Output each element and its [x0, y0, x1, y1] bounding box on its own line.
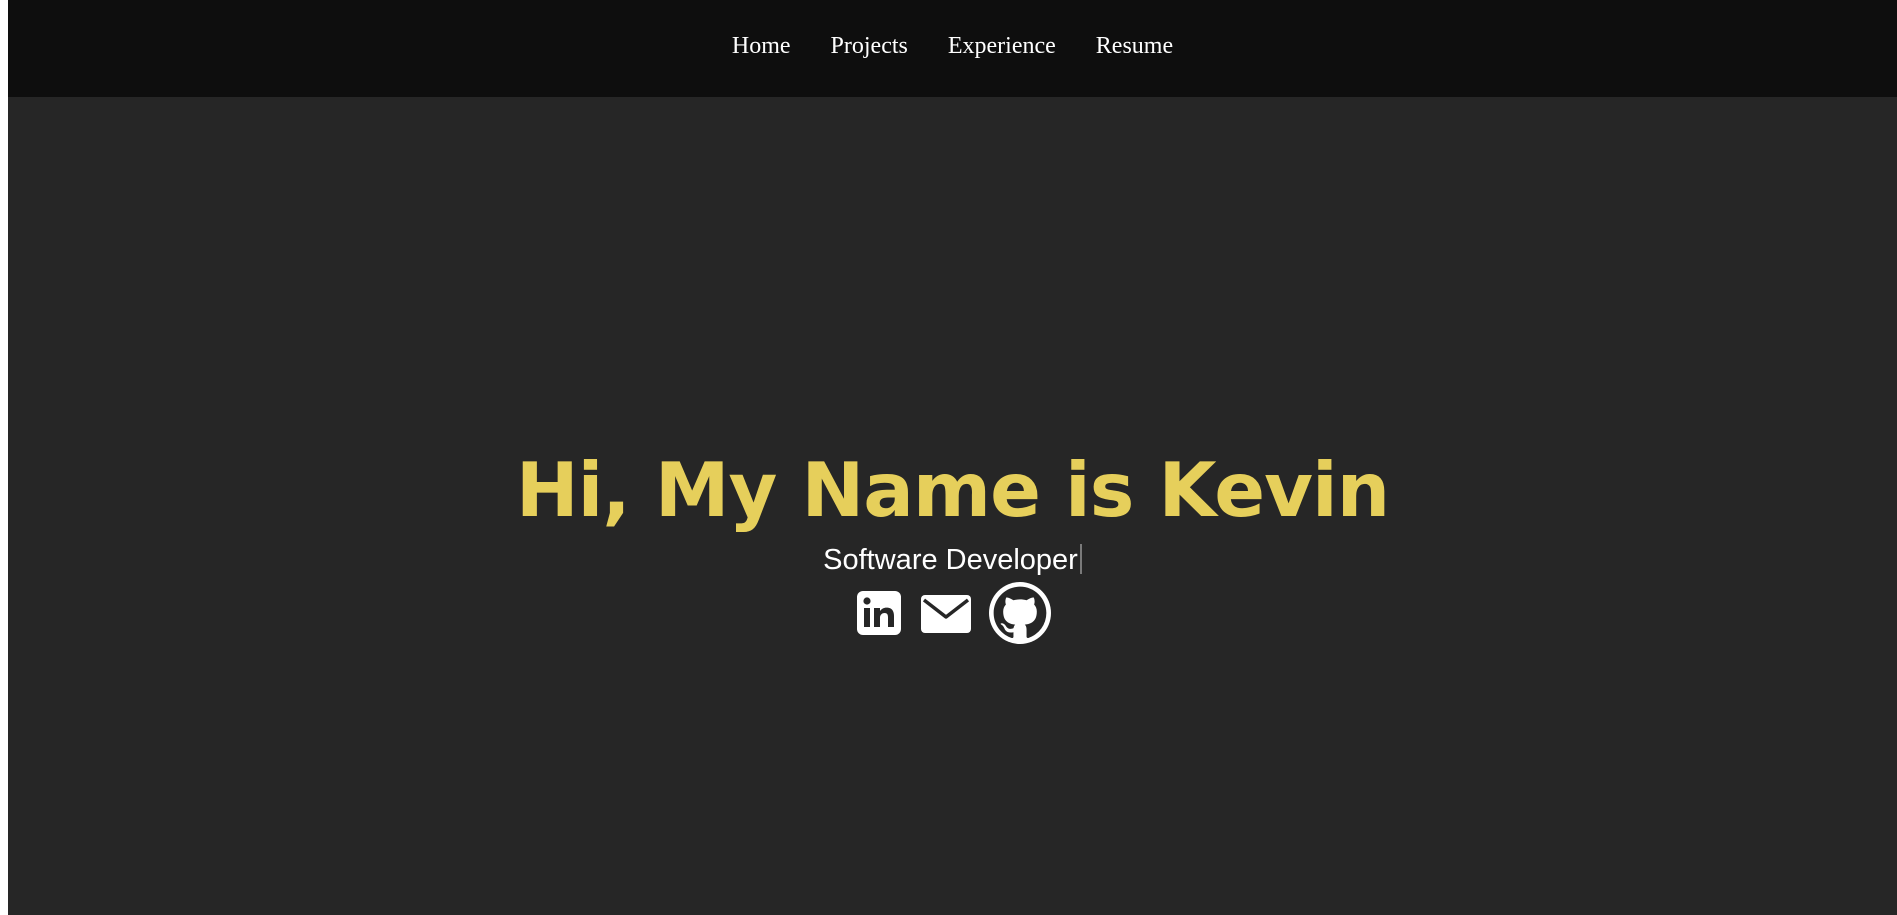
github-link[interactable] — [988, 582, 1051, 644]
navbar: Home Projects Experience Resume — [8, 0, 1897, 97]
page: Home Projects Experience Resume Hi, My N… — [8, 0, 1897, 915]
email-icon — [920, 595, 971, 633]
linkedin-link[interactable] — [855, 589, 903, 637]
email-link[interactable] — [919, 589, 973, 637]
typing-cursor — [1079, 544, 1082, 574]
hero-subtitle: Software Developer — [823, 544, 1078, 576]
hero-subtitle-line: Software Developer — [8, 542, 1897, 578]
linkedin-icon — [856, 591, 901, 635]
github-icon — [988, 582, 1051, 644]
hero-title: Hi, My Name is Kevin — [515, 446, 1390, 534]
nav-resume-link[interactable]: Resume — [1096, 30, 1173, 62]
social-links — [8, 582, 1897, 644]
hero-section: Hi, My Name is Kevin Software Developer — [8, 440, 1897, 644]
nav-links: Home Projects Experience Resume — [8, 30, 1897, 62]
nav-home-link[interactable]: Home — [732, 30, 791, 62]
nav-projects-link[interactable]: Projects — [831, 30, 908, 62]
nav-experience-link[interactable]: Experience — [948, 30, 1056, 62]
